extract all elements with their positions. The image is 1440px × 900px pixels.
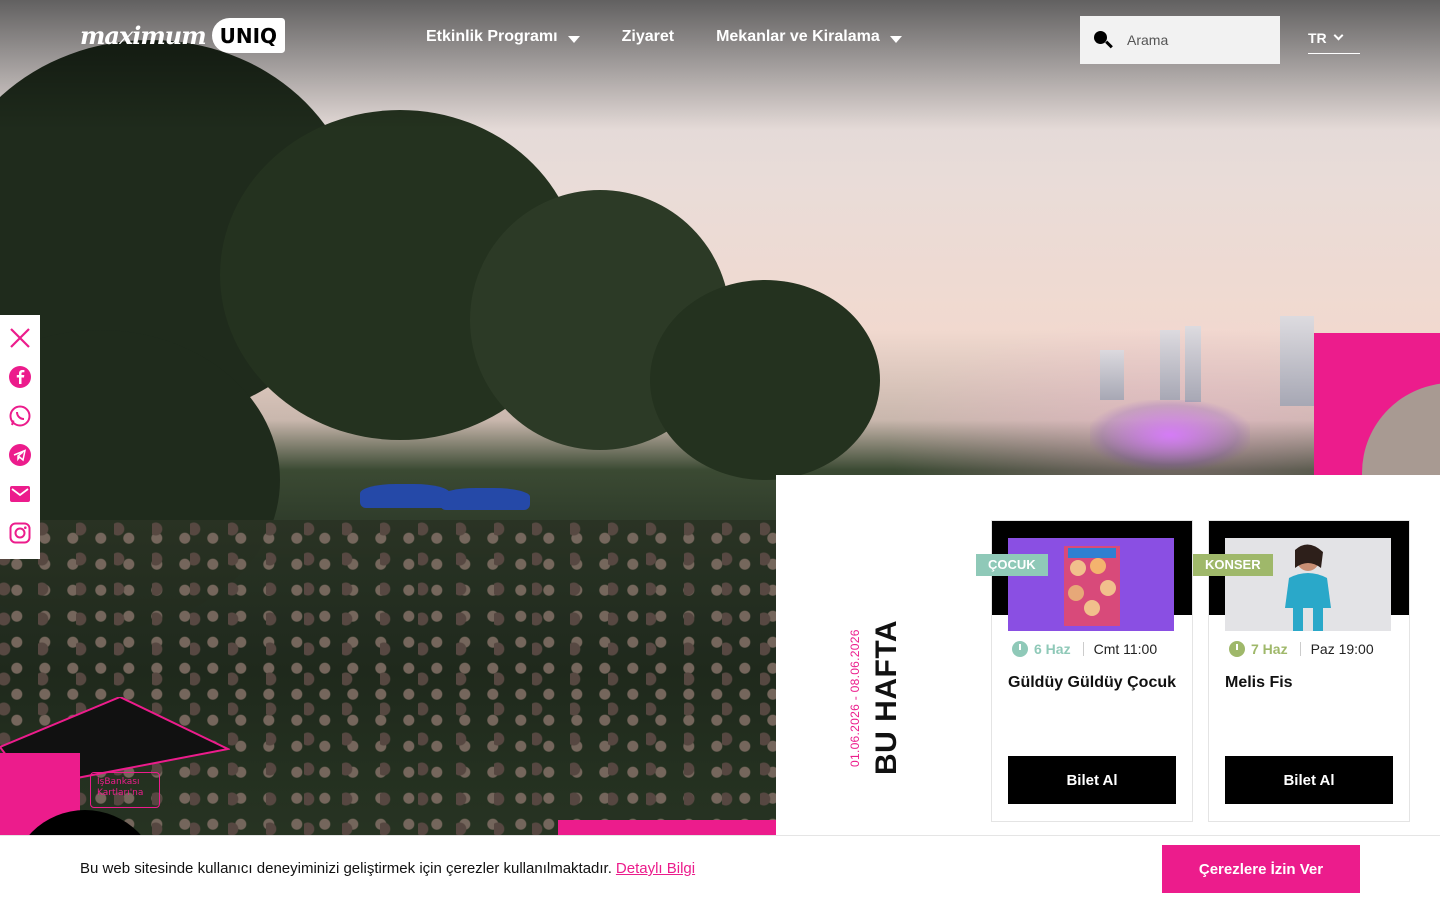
event-time: Cmt 11:00 [1093, 641, 1158, 657]
tree-shape [650, 280, 880, 480]
caret-down-icon [567, 35, 580, 43]
social-share-bar [0, 315, 40, 559]
clock-icon [1012, 641, 1028, 657]
event-time: Paz 19:00 [1310, 641, 1374, 657]
building-shape [1280, 316, 1314, 406]
site-logo[interactable]: maximum UNIQ [80, 18, 286, 53]
x-icon[interactable] [7, 325, 33, 350]
event-day: 6 Haz [1034, 641, 1071, 657]
stage-light [1090, 400, 1250, 470]
this-week-panel: 01.06.2026 - 08.06.2026 BU HAFTA ÇOCUK 6… [776, 475, 1440, 835]
instagram-icon[interactable] [7, 520, 33, 545]
language-selector[interactable]: TR [1308, 30, 1360, 54]
buy-ticket-button[interactable]: Bilet Al [1008, 756, 1176, 804]
nav-item-label: Etkinlik Programı [426, 28, 558, 45]
event-meta: 7 Haz Paz 19:00 [1229, 641, 1374, 657]
nav-item-visit[interactable]: Ziyaret [622, 28, 674, 46]
nav-item-events[interactable]: Etkinlik Programı [426, 28, 580, 46]
week-date-range: 01.06.2026 - 08.06.2026 [848, 629, 862, 767]
cookie-text: Bu web sitesinde kullanıcı deneyiminizi … [80, 860, 612, 877]
bank-card-badge: İşBankası Kartları'na [90, 772, 160, 808]
event-title[interactable]: Melis Fis [1225, 671, 1395, 695]
whatsapp-icon[interactable] [7, 403, 33, 428]
nav-item-label: Ziyaret [621, 28, 675, 45]
clock-icon [1229, 641, 1245, 657]
event-image[interactable] [1225, 538, 1391, 631]
event-category-badge: ÇOCUK [976, 554, 1048, 576]
nav-item-venues[interactable]: Mekanlar ve Kiralama [716, 28, 902, 46]
mail-icon[interactable] [7, 481, 33, 506]
cookie-banner: Bu web sitesinde kullanıcı deneyiminizi … [0, 835, 1440, 900]
event-meta: 6 Haz Cmt 11:00 [1012, 641, 1157, 657]
chevron-down-icon [1333, 30, 1344, 41]
event-category-badge: KONSER [1193, 554, 1273, 576]
tent-shape [440, 488, 530, 510]
building-shape [1185, 326, 1201, 402]
logo-maximum-text: maximum [80, 21, 207, 50]
accept-cookies-button[interactable]: Çerezlere İzin Ver [1162, 845, 1360, 893]
event-card[interactable]: ÇOCUK 6 Haz Cmt 11:00 Güldüy Güldüy Çocu… [976, 520, 1193, 822]
cookie-details-link[interactable]: Detaylı Bilgi [616, 860, 695, 877]
search-icon[interactable] [1094, 31, 1112, 49]
tent-shape [360, 484, 450, 508]
language-label: TR [1308, 30, 1327, 46]
meta-divider [1299, 642, 1301, 656]
search-box[interactable] [1080, 16, 1280, 64]
pink-decor-block [1314, 333, 1440, 475]
caret-down-icon [889, 35, 902, 43]
event-card[interactable]: KONSER 7 Haz Paz 19:00 Melis Fis Bilet A… [1193, 520, 1410, 822]
cookie-message: Bu web sitesinde kullanıcı deneyiminizi … [80, 860, 695, 877]
facebook-icon[interactable] [7, 364, 33, 389]
buy-ticket-button[interactable]: Bilet Al [1225, 756, 1393, 804]
event-title[interactable]: Güldüy Güldüy Çocuk [1008, 671, 1178, 695]
site-header: maximum UNIQ Etkinlik Programı Ziyaret M… [0, 0, 1440, 80]
building-shape [1100, 350, 1124, 400]
week-title: BU HAFTA [870, 619, 903, 775]
telegram-icon[interactable] [7, 442, 33, 467]
main-nav: Etkinlik Programı Ziyaret Mekanlar ve Ki… [426, 28, 944, 46]
building-shape [1160, 330, 1180, 400]
logo-uniq-text: UNIQ [211, 18, 286, 53]
meta-divider [1082, 642, 1084, 656]
nav-item-label: Mekanlar ve Kiralama [716, 28, 880, 45]
event-image[interactable] [1008, 538, 1174, 631]
search-input[interactable] [1127, 32, 1267, 48]
event-day: 7 Haz [1251, 641, 1288, 657]
